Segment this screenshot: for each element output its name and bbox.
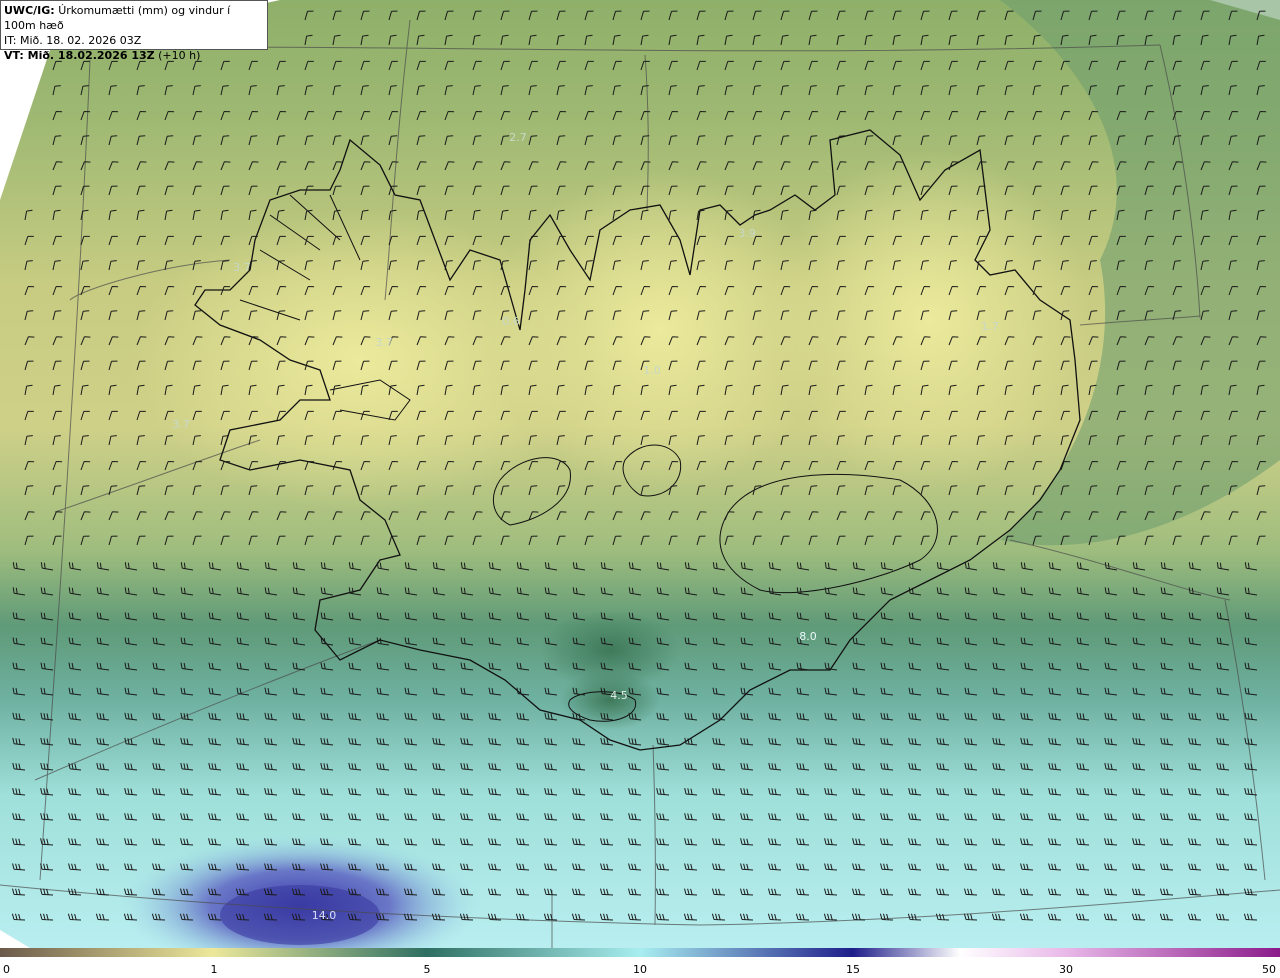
value-label: 14.0 <box>312 909 337 922</box>
colorbar-tick: 0 <box>3 963 10 976</box>
colorbar-tick: 50 <box>1262 963 1276 976</box>
colorbar-tick: 5 <box>424 963 431 976</box>
colorbar-tick: 1 <box>211 963 218 976</box>
value-label: 1.7 <box>981 320 999 333</box>
value-label: 8.0 <box>799 630 817 643</box>
value-label: 4.5 <box>610 689 628 702</box>
map-title-box: UWC/IG: Úrkomumætti (mm) og vindur í 100… <box>0 0 268 62</box>
colorbar-gradient <box>0 948 1280 957</box>
value-label: 1.0 <box>643 364 661 377</box>
title-line-3: VT: Mið. 18.02.2026 13Z (+10 h) <box>4 48 264 63</box>
initial-time: IT: Mið. 18. 02. 2026 03Z <box>4 34 142 47</box>
colorbar-svg: 0 1 5 10 15 30 50 <box>0 948 1280 976</box>
colorbar: 0 1 5 10 15 30 50 <box>0 948 1280 978</box>
value-label: 3.7 <box>233 261 251 274</box>
forecast-offset: (+10 h) <box>158 49 201 62</box>
model-code: UWC/IG: <box>4 4 55 17</box>
value-label: 3.9 <box>738 227 756 240</box>
value-label: 2.7 <box>509 131 527 144</box>
value-label: 3.7 <box>375 336 393 349</box>
valid-time: VT: Mið. 18.02.2026 13Z <box>4 49 155 62</box>
value-label: 3.7 <box>172 418 190 431</box>
weather-map[interactable]: 2.7 3.9 3.7 0.6 3.7 1.0 1.7 8.0 4.5 14.0… <box>0 0 1280 948</box>
colorbar-tick: 30 <box>1059 963 1073 976</box>
colorbar-tick: 10 <box>633 963 647 976</box>
value-label: 0.6 <box>502 315 520 328</box>
title-line-1: UWC/IG: Úrkomumætti (mm) og vindur í 100… <box>4 3 264 33</box>
precip-land-east <box>770 150 1090 490</box>
colorbar-tick: 15 <box>846 963 860 976</box>
